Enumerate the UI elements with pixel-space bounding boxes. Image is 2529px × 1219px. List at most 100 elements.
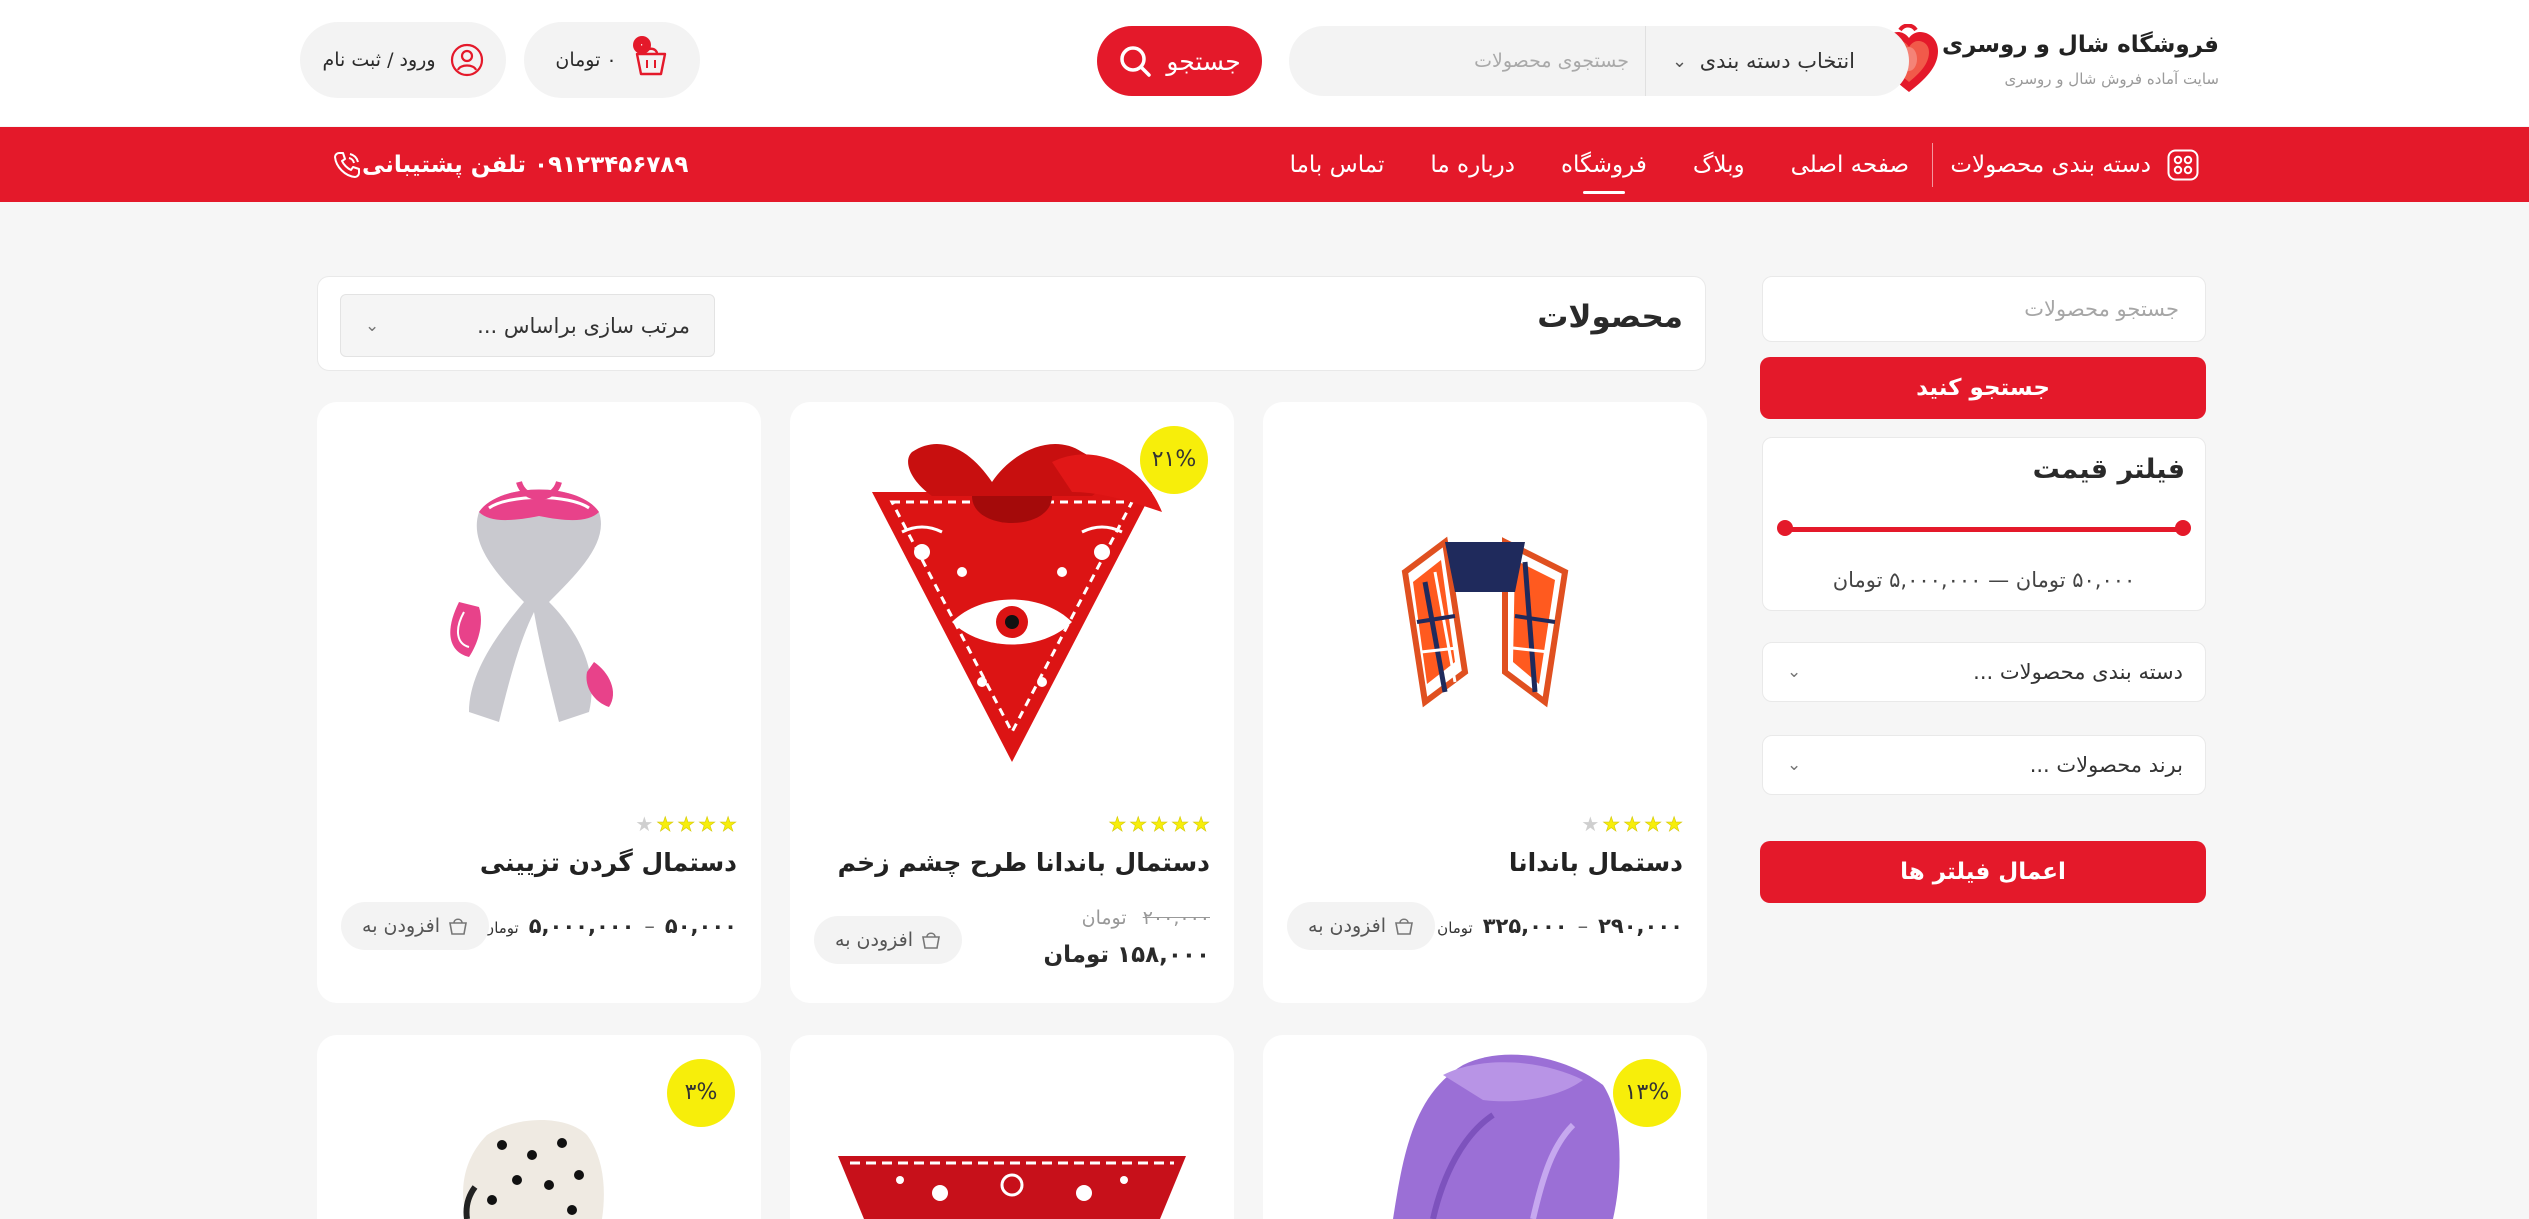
product-image[interactable] xyxy=(317,402,761,802)
product-card[interactable]: ★ ★ ★ ★ ★ دستمال باندانا ۲۹۰,۰۰۰ – ۳۲۵,۰… xyxy=(1263,402,1707,1003)
cart-icon xyxy=(922,932,940,949)
nav-links: صفحه اصلی وبلاگ فروشگاه درباره ما تماس ب… xyxy=(1290,127,1909,202)
category-select[interactable]: انتخاب دسته بندی ⌄ xyxy=(1645,26,1909,96)
nav-categories[interactable]: دسته بندی محصولات xyxy=(1950,127,2199,202)
add-to-cart-button[interactable]: افزودن به xyxy=(1287,902,1435,950)
brand-dropdown-label: برند محصولات ... xyxy=(2029,753,2183,777)
cart-button[interactable]: ۰ ۰ تومان xyxy=(524,22,700,98)
nav-link-shop[interactable]: فروشگاه xyxy=(1561,152,1647,194)
filter-sidebar: جستجو کنید فیلتر قیمت ۵۰,۰۰۰ تومان — ۵,۰… xyxy=(1760,276,2206,903)
login-button[interactable]: ورود / ثبت نام xyxy=(300,22,506,98)
store-tagline: سایت آماده فروش شال و روسری xyxy=(2004,70,2219,88)
product-card[interactable]: ★ ★ ★ ★ ★ دستمال گردن تزیینی ۵۰,۰۰۰ – ۵,… xyxy=(317,402,761,1003)
old-price: ۲۰۰,۰۰۰ تومان xyxy=(1082,907,1210,929)
user-icon xyxy=(450,43,483,77)
price-max: ۵,۰۰۰,۰۰۰ xyxy=(528,914,635,938)
search-button[interactable]: جستجو xyxy=(1097,26,1262,96)
brand-dropdown[interactable]: برند محصولات ... ⌄ xyxy=(1762,735,2206,795)
discount-badge: ۳% xyxy=(667,1059,735,1127)
nav-divider xyxy=(1932,143,1933,187)
sort-select[interactable]: مرتب سازی براساس ... ⌄ xyxy=(340,294,715,357)
store-logo[interactable]: فروشگاه شال و روسری سایت آماده فروش شال … xyxy=(1862,24,2219,96)
sidebar-search-input[interactable] xyxy=(1762,276,2206,342)
star-icon: ★ xyxy=(1623,812,1642,837)
product-title[interactable]: دستمال باندانا طرح چشم زخم xyxy=(838,848,1210,877)
discount-badge: ۱۳% xyxy=(1613,1059,1681,1127)
add-to-cart-button[interactable]: افزودن به xyxy=(814,916,962,964)
price-filter: فیلتر قیمت ۵۰,۰۰۰ تومان — ۵,۰۰۰,۰۰۰ توما… xyxy=(1762,437,2206,611)
apply-filters-button[interactable]: اعمال فیلتر ها xyxy=(1760,841,2206,903)
star-icon: ★ xyxy=(1665,812,1684,837)
category-select-label: انتخاب دسته بندی xyxy=(1699,49,1855,73)
nav-link-about[interactable]: درباره ما xyxy=(1430,152,1515,178)
chevron-down-icon: ⌄ xyxy=(365,315,380,336)
old-price-unit: تومان xyxy=(1081,907,1127,929)
support-phone[interactable]: ۰۹۱۲۳۴۵۶۷۸۹ تلفن پشتیبانی xyxy=(318,127,688,202)
category-grid-icon xyxy=(2167,149,2199,180)
nav-link-home[interactable]: صفحه اصلی xyxy=(1791,152,1909,178)
add-to-cart-button[interactable]: افزودن به xyxy=(341,902,489,950)
phone-icon xyxy=(334,151,360,178)
price-filter-title: فیلتر قیمت xyxy=(2032,454,2185,485)
chevron-down-icon: ⌄ xyxy=(1787,755,1802,775)
price-max-handle[interactable] xyxy=(1777,520,1793,536)
discount-badge: ۲۱% xyxy=(1140,426,1208,494)
product-image[interactable] xyxy=(790,1035,1234,1219)
price-min: ۵۰,۰۰۰ xyxy=(664,914,737,938)
nav-link-blog[interactable]: وبلاگ xyxy=(1693,152,1745,178)
support-phone-text: ۰۹۱۲۳۴۵۶۷۸۹ تلفن پشتیبانی xyxy=(362,151,689,178)
add-to-cart-label: افزودن به xyxy=(362,915,440,937)
price-min: ۲۹۰,۰۰۰ xyxy=(1598,914,1683,938)
category-dropdown[interactable]: دسته بندی محصولات ... ⌄ xyxy=(1762,642,2206,702)
product-title[interactable]: دستمال باندانا xyxy=(1509,848,1683,877)
price-dash: – xyxy=(644,914,655,938)
chevron-down-icon: ⌄ xyxy=(1672,50,1688,72)
product-price: ۵۰,۰۰۰ – ۵,۰۰۰,۰۰۰ تومان xyxy=(483,914,737,938)
product-title[interactable]: دستمال گردن تزیینی xyxy=(480,848,737,877)
cart-icon xyxy=(449,918,467,935)
price-max: ۳۲۵,۰۰۰ xyxy=(1482,914,1568,938)
add-to-cart-label: افزودن به xyxy=(835,929,913,951)
product-rating: ★ ★ ★ ★ ★ xyxy=(1108,812,1211,837)
cart-total: ۰ تومان xyxy=(555,49,617,71)
star-icon: ★ xyxy=(1171,812,1190,837)
price-min-handle[interactable] xyxy=(2175,520,2191,536)
header-search: انتخاب دسته بندی ⌄ جستجو xyxy=(1097,26,1909,96)
sidebar-search-button[interactable]: جستجو کنید xyxy=(1760,357,2206,419)
product-card[interactable]: ۳% xyxy=(317,1035,761,1219)
product-card[interactable]: ۱۳% xyxy=(1263,1035,1707,1219)
search-box: انتخاب دسته بندی ⌄ xyxy=(1289,26,1909,96)
search-button-label: جستجو xyxy=(1166,46,1241,76)
main-navbar: دسته بندی محصولات صفحه اصلی وبلاگ فروشگا… xyxy=(0,127,2529,202)
site-header: فروشگاه شال و روسری سایت آماده فروش شال … xyxy=(0,0,2529,126)
star-icon: ★ xyxy=(1129,812,1148,837)
star-icon: ★ xyxy=(719,812,738,837)
star-icon: ★ xyxy=(1192,812,1211,837)
cart-icon: ۰ xyxy=(632,36,669,78)
products-toolbar: محصولات مرتب سازی براساس ... ⌄ xyxy=(317,276,1706,371)
product-price: ۲۹۰,۰۰۰ – ۳۲۵,۰۰۰ تومان xyxy=(1437,914,1683,938)
star-icon: ★ xyxy=(656,812,675,837)
product-card[interactable]: ۲۱% ★ ★ ★ ★ ★ دستمال باندانا طرح چشم زخم… xyxy=(790,402,1234,1003)
price-range-track[interactable] xyxy=(1783,527,2185,532)
star-icon: ★ xyxy=(677,812,696,837)
sort-select-label: مرتب سازی براساس ... xyxy=(477,313,690,338)
cart-icon xyxy=(1395,918,1413,935)
nav-link-contact[interactable]: تماس باما xyxy=(1290,152,1385,178)
price-range-text: ۵۰,۰۰۰ تومان — ۵,۰۰۰,۰۰۰ تومان xyxy=(1832,568,2136,592)
page-title: محصولات xyxy=(1537,299,1683,335)
price-unit: تومان xyxy=(1437,919,1473,937)
product-card[interactable] xyxy=(790,1035,1234,1219)
category-dropdown-label: دسته بندی محصولات ... xyxy=(1973,660,2183,684)
star-icon: ★ xyxy=(1108,812,1127,837)
search-icon xyxy=(1120,46,1152,77)
chevron-down-icon: ⌄ xyxy=(1787,662,1802,682)
star-icon: ★ xyxy=(1602,812,1621,837)
search-input[interactable] xyxy=(1289,26,1645,96)
product-rating: ★ ★ ★ ★ ★ xyxy=(1581,812,1684,837)
product-image[interactable] xyxy=(1263,402,1707,802)
star-empty-icon: ★ xyxy=(1581,812,1600,836)
star-icon: ★ xyxy=(1150,812,1169,837)
old-price-value: ۲۰۰,۰۰۰ xyxy=(1142,907,1210,929)
price-dash: – xyxy=(1577,914,1589,938)
